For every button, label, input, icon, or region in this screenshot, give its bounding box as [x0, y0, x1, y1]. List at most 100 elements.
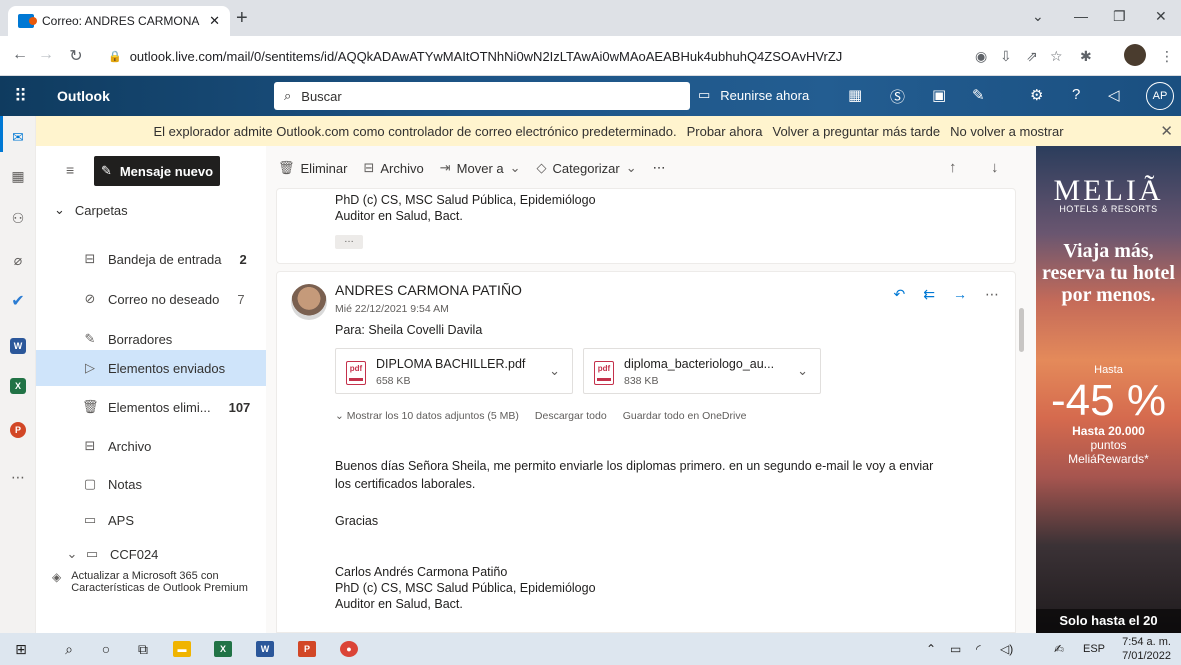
mail-icon[interactable]: ✉ — [7, 126, 29, 148]
close-tab-icon[interactable]: ✕ — [209, 13, 220, 29]
app-launcher-icon[interactable]: ⠿ — [14, 86, 27, 107]
sticky-notes-icon[interactable]: ✎ — [972, 86, 985, 104]
search-box[interactable]: ⌕ Buscar — [274, 82, 690, 110]
pen-icon[interactable]: ✍ — [1054, 642, 1064, 656]
powerpoint-icon[interactable]: P — [10, 422, 26, 438]
forward-icon[interactable]: → — [32, 46, 60, 64]
premium-upsell[interactable]: ◈ Actualizar a Microsoft 365 con Caracte… — [52, 570, 252, 594]
new-message-button[interactable]: ✎ Mensaje nuevo — [94, 156, 220, 186]
meet-now-button[interactable]: ▭ Reunirse ahora — [698, 87, 809, 103]
folder-label: Borradores — [108, 331, 173, 347]
reply-all-icon[interactable]: ⇇ — [923, 286, 935, 303]
qr-code-icon[interactable]: ▦ — [848, 86, 862, 104]
megaphone-icon[interactable]: ◁ — [1108, 86, 1120, 104]
chevron-down-icon[interactable]: ⌄ — [797, 363, 808, 379]
eye-icon[interactable]: ◉ — [975, 48, 987, 65]
calendar-icon[interactable]: ▣ — [932, 86, 946, 104]
reading-pane-scrollbar[interactable] — [1014, 188, 1028, 633]
try-now-link[interactable]: Probar ahora — [687, 124, 763, 139]
folder-archive[interactable]: ⊟ Archivo — [36, 428, 266, 464]
tray-chevron-up-icon[interactable]: ⌃ — [926, 642, 936, 656]
scrollbar-thumb[interactable] — [1019, 308, 1024, 352]
show-more-button[interactable]: … — [335, 235, 363, 249]
download-all-link[interactable]: Descargar todo — [535, 410, 607, 422]
word-icon[interactable]: W — [10, 338, 26, 354]
close-banner-icon[interactable]: ✕ — [1160, 122, 1173, 140]
more-actions-icon[interactable]: ⋯ — [653, 160, 666, 176]
powerpoint-icon[interactable]: P — [298, 641, 316, 657]
new-tab-icon[interactable]: + — [236, 8, 248, 28]
excel-icon[interactable]: X — [10, 378, 26, 394]
language-indicator[interactable]: ESP — [1083, 643, 1105, 655]
folder-deleted-items[interactable]: 🗑 Elementos elimi... 107 — [36, 389, 266, 425]
archive-button[interactable]: ⊟ Archivo — [363, 160, 423, 176]
share-icon[interactable]: ⇗ — [1026, 48, 1038, 65]
calendar-icon[interactable]: ▦ — [7, 165, 29, 187]
skype-icon[interactable]: Ⓢ — [890, 86, 905, 107]
arrow-up-icon[interactable]: ↑ — [949, 159, 957, 176]
url-field[interactable]: 🔒 outlook.live.com/mail/0/sentitems/id/A… — [108, 42, 948, 70]
ad-points: Hasta 20.000 puntos MeliáRewards* — [1036, 424, 1181, 466]
reply-icon[interactable]: ↶ — [894, 286, 906, 303]
chevron-down-icon[interactable]: ⌄ — [549, 363, 560, 379]
cortana-icon[interactable]: ○ — [97, 640, 115, 658]
folder-aps[interactable]: ▭ APS — [36, 502, 266, 538]
move-to-button[interactable]: ⇥ Mover a ⌄ — [440, 160, 521, 176]
people-icon[interactable]: ⚇ — [7, 207, 29, 229]
attachment-icon[interactable]: ⌀ — [7, 249, 29, 271]
minimize-icon[interactable]: — — [1074, 8, 1088, 24]
folders-header[interactable]: ⌄ Carpetas — [54, 202, 128, 218]
categorize-button[interactable]: ◇ Categorizar ⌄ — [537, 160, 637, 176]
attachment-card[interactable]: pdf diploma_bacteriologo_au... 838 KB ⌄ — [583, 348, 821, 394]
arrow-down-icon[interactable]: ↓ — [991, 159, 999, 176]
more-options-icon[interactable]: ⋯ — [985, 286, 999, 303]
task-view-icon[interactable]: ⧉ — [134, 640, 152, 658]
reload-icon[interactable]: ↻ — [62, 46, 90, 66]
advertisement[interactable]: MELIÃ HOTELS & RESORTS Viaja más, reserv… — [1036, 146, 1181, 633]
clock[interactable]: 7:54 a. m. 7/01/2022 — [1122, 635, 1171, 663]
close-window-icon[interactable]: ✕ — [1155, 8, 1167, 25]
browser-profile-avatar[interactable] — [1124, 44, 1146, 66]
network-icon[interactable]: ▭ — [950, 642, 961, 656]
file-explorer-icon[interactable]: ▬ — [173, 641, 191, 657]
folder-junk[interactable]: ⊘ Correo no deseado 7 — [36, 281, 266, 317]
todo-check-icon[interactable]: ✔ — [7, 290, 29, 312]
hamburger-menu-icon[interactable]: ≡ — [66, 162, 74, 178]
app-name[interactable]: Outlook — [57, 88, 110, 104]
folder-ccf024[interactable]: ⌄ ▭ CCF024 — [36, 536, 266, 572]
chrome-icon[interactable]: ● — [340, 641, 358, 657]
settings-gear-icon[interactable]: ⚙ — [1030, 86, 1043, 104]
previous-message-card[interactable]: PhD (c) CS, MSC Salud Pública, Epidemiól… — [276, 188, 1016, 264]
extensions-icon[interactable]: ✱ — [1080, 48, 1092, 65]
bookmark-star-icon[interactable]: ☆ — [1050, 48, 1063, 65]
junk-icon: ⊘ — [84, 291, 96, 306]
back-icon[interactable]: ← — [6, 46, 34, 64]
show-all-attachments-link[interactable]: ⌄ Mostrar los 10 datos adjuntos (5 MB) — [335, 410, 519, 422]
user-avatar[interactable]: AP — [1146, 82, 1174, 110]
move-icon: ⇥ — [439, 160, 451, 175]
wifi-icon[interactable]: ◜ — [976, 642, 981, 656]
chevron-down-icon: ⌄ — [509, 160, 521, 175]
search-icon[interactable]: ⌕ — [60, 640, 78, 658]
more-apps-icon[interactable]: ⋯ — [7, 466, 29, 488]
chevron-down-icon[interactable]: ⌄ — [64, 546, 80, 562]
folder-notes[interactable]: ▢ Notas — [36, 466, 266, 502]
install-icon[interactable]: ⇩ — [1000, 48, 1012, 65]
word-icon[interactable]: W — [256, 641, 274, 657]
ask-later-link[interactable]: Volver a preguntar más tarde — [772, 124, 940, 139]
help-icon[interactable]: ? — [1072, 86, 1080, 103]
volume-icon[interactable]: ◁) — [1000, 642, 1013, 656]
save-onedrive-link[interactable]: Guardar todo en OneDrive — [623, 410, 747, 422]
never-show-link[interactable]: No volver a mostrar — [950, 124, 1063, 139]
folder-inbox[interactable]: ⊟ Bandeja de entrada 2 — [36, 241, 266, 277]
browser-menu-icon[interactable]: ⋮ — [1160, 48, 1174, 65]
browser-tab[interactable]: Correo: ANDRES CARMONA PATI ✕ — [8, 6, 230, 36]
forward-icon[interactable]: → — [953, 286, 967, 303]
delete-button[interactable]: 🗑 Eliminar — [278, 160, 347, 176]
folder-sent-items[interactable]: ▷ Elementos enviados — [36, 350, 266, 386]
chevron-down-icon[interactable]: ⌄ — [1032, 8, 1044, 25]
maximize-icon[interactable]: ❐ — [1113, 8, 1126, 25]
attachment-card[interactable]: pdf DIPLOMA BACHILLER.pdf 658 KB ⌄ — [335, 348, 573, 394]
windows-start-icon[interactable]: ⊞ — [12, 640, 30, 658]
excel-icon[interactable]: X — [214, 641, 232, 657]
